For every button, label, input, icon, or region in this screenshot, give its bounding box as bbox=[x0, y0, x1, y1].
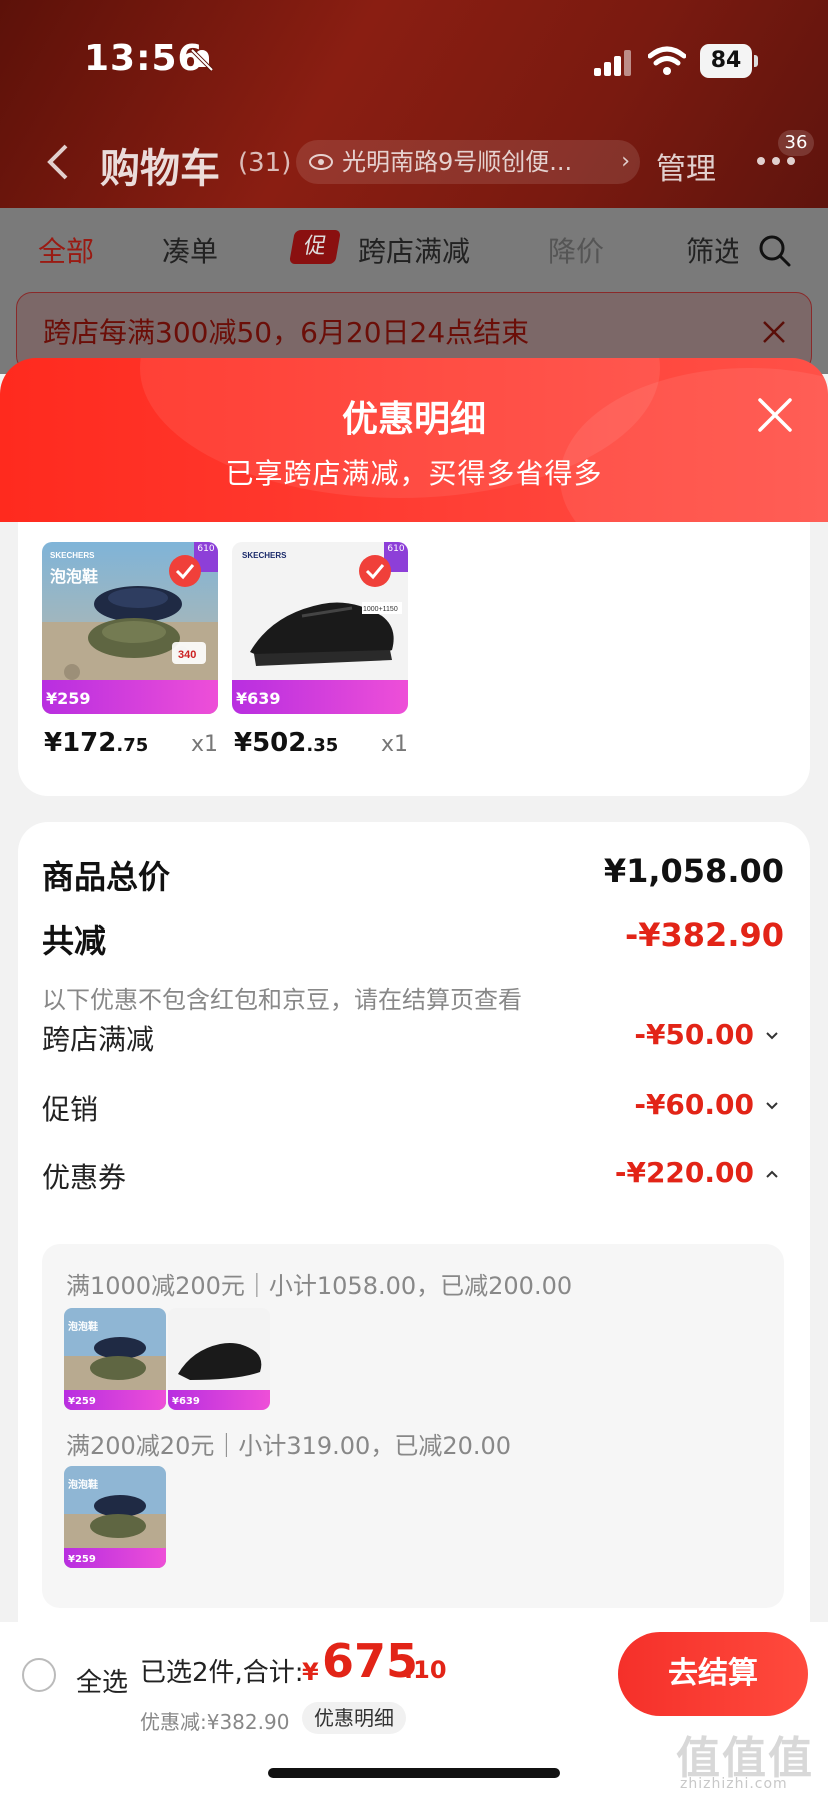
cart-count: (31) bbox=[238, 148, 292, 178]
coupon-rule: 满200减20元｜小计319.00，已减20.00 bbox=[66, 1432, 512, 1460]
home-indicator bbox=[268, 1768, 560, 1778]
battery-level: 84 bbox=[700, 44, 752, 78]
check-icon[interactable] bbox=[168, 554, 202, 588]
cross-store-label[interactable]: 跨店满减 bbox=[42, 1018, 154, 1058]
filter-tabs: 全部 凑单 促 跨店满减 降价 筛选 bbox=[0, 208, 828, 284]
discount-detail-button[interactable]: 优惠明细 bbox=[302, 1702, 406, 1734]
total-reduce-value: -¥382.90 bbox=[624, 916, 784, 954]
promo-price-band: ¥259 bbox=[42, 680, 218, 714]
cart-nav-bar: 购物车 (31) 光明南路9号顺创便... › 管理 36 bbox=[0, 120, 828, 208]
back-arrow-icon[interactable] bbox=[44, 142, 70, 182]
cross-store-value[interactable]: -¥50.00 bbox=[634, 1018, 754, 1051]
total-price-label: 商品总价 bbox=[42, 858, 171, 896]
product-price: ¥172.75 bbox=[44, 728, 149, 758]
promotion-label[interactable]: 促销 bbox=[42, 1088, 98, 1128]
coupon-product-thumb: 泡泡鞋 ¥259 bbox=[64, 1308, 166, 1410]
address-selector[interactable]: 光明南路9号顺创便... › bbox=[296, 140, 640, 184]
select-all-label[interactable]: 全选 bbox=[76, 1662, 128, 1699]
svg-text:340: 340 bbox=[178, 649, 196, 661]
svg-text:泡泡鞋: 泡泡鞋 bbox=[50, 567, 98, 586]
promo-price-band: ¥639 bbox=[232, 680, 408, 714]
coupon-detail-box: 满1000减200元｜小计1058.00，已减200.00 泡泡鞋 ¥259 ¥… bbox=[42, 1244, 784, 1608]
location-eye-icon bbox=[309, 154, 333, 170]
total-price-value: ¥1,058.00 bbox=[603, 852, 784, 890]
coupon-product-thumb: 泡泡鞋 ¥259 bbox=[64, 1466, 166, 1568]
cellular-signal-icon bbox=[594, 50, 631, 76]
chevron-down-icon[interactable] bbox=[764, 1030, 780, 1042]
product-image-sneakers[interactable]: SKECHERS 1000+1150 610 ¥639 bbox=[232, 542, 408, 714]
chevron-up-icon[interactable] bbox=[764, 1168, 780, 1180]
product-quantity: x1 bbox=[380, 732, 408, 757]
promotion-value[interactable]: -¥60.00 bbox=[634, 1088, 754, 1121]
watermark-url: zhizhizhi.com bbox=[680, 1776, 788, 1792]
svg-text:SKECHERS: SKECHERS bbox=[242, 551, 287, 560]
select-all-checkbox[interactable] bbox=[22, 1658, 56, 1692]
sheet-title: 优惠明细 bbox=[341, 399, 486, 440]
battery-icon: 84 bbox=[700, 44, 758, 78]
product-quantity: x1 bbox=[190, 732, 218, 757]
sheet-subtitle: 已享跨店满减，买得多省得多 bbox=[225, 457, 603, 490]
tab-price-drop[interactable]: 降价 bbox=[548, 230, 604, 270]
product-price: ¥502.35 bbox=[234, 728, 339, 758]
total-amount-decimal: .10 bbox=[404, 1656, 447, 1684]
selected-count: 已选2件,合计: bbox=[140, 1658, 304, 1688]
search-icon[interactable] bbox=[758, 234, 792, 268]
promo-badge: 促 bbox=[289, 230, 341, 264]
bell-muted-icon bbox=[190, 48, 214, 72]
check-icon[interactable] bbox=[358, 554, 392, 588]
promo-price: ¥639 bbox=[236, 689, 281, 708]
total-currency: ¥ bbox=[302, 1658, 319, 1686]
tab-all[interactable]: 全部 bbox=[38, 230, 94, 270]
product-item[interactable]: SKECHERS 1000+1150 610 ¥639 ¥502.35 x1 bbox=[232, 542, 408, 758]
manage-button[interactable]: 管理 bbox=[656, 144, 716, 188]
tab-cross-store[interactable]: 跨店满减 bbox=[358, 230, 470, 270]
promo-banner-text: 跨店每满300减50，6月20日24点结束 bbox=[43, 316, 530, 349]
coupon-value[interactable]: -¥220.00 bbox=[615, 1156, 754, 1189]
address-text: 光明南路9号顺创便... bbox=[342, 148, 573, 176]
product-image-clogs[interactable]: SKECHERS 泡泡鞋 340 610 ¥259 bbox=[42, 542, 218, 714]
wifi-icon bbox=[648, 46, 686, 75]
svg-text:泡泡鞋: 泡泡鞋 bbox=[68, 1478, 98, 1491]
checkout-bar: 全选 已选2件,合计: ¥ 675 .10 优惠减:¥382.90 优惠明细 去… bbox=[0, 1622, 828, 1796]
status-bar: 13:56 84 bbox=[0, 0, 828, 120]
message-count-badge: 36 bbox=[778, 130, 814, 156]
coupon-rule: 满1000减200元｜小计1058.00，已减200.00 bbox=[66, 1272, 573, 1300]
svg-text:SKECHERS: SKECHERS bbox=[50, 551, 95, 560]
chevron-right-icon: › bbox=[621, 149, 630, 174]
more-dots-icon[interactable] bbox=[756, 156, 796, 166]
discount-note: 以下优惠不包含红包和京豆，请在结算页查看 bbox=[42, 986, 522, 1014]
svg-text:泡泡鞋: 泡泡鞋 bbox=[68, 1320, 98, 1333]
status-time: 13:56 bbox=[84, 38, 204, 79]
close-icon[interactable] bbox=[756, 396, 794, 434]
checkout-button[interactable]: 去结算 bbox=[618, 1632, 808, 1716]
svg-text:1000+1150: 1000+1150 bbox=[363, 606, 398, 613]
coupon-product-thumb: ¥639 bbox=[168, 1308, 270, 1410]
total-reduce-label: 共减 bbox=[42, 922, 107, 960]
close-icon[interactable] bbox=[761, 319, 787, 345]
promo-price: ¥259 bbox=[46, 689, 91, 708]
discount-detail-card: 商品总价 ¥1,058.00 共减 -¥382.90 以下优惠不包含红包和京豆，… bbox=[18, 822, 810, 1622]
tab-filter[interactable]: 筛选 bbox=[686, 230, 738, 270]
sheet-header: 优惠明细 已享跨店满减，买得多省得多 bbox=[0, 358, 828, 528]
product-item[interactable]: SKECHERS 泡泡鞋 340 610 ¥259 ¥172.75 x1 bbox=[42, 542, 218, 758]
discount-summary: 优惠减:¥382.90 bbox=[140, 1710, 290, 1734]
coupon-label[interactable]: 优惠券 bbox=[42, 1156, 126, 1196]
tab-combine[interactable]: 凑单 bbox=[162, 230, 218, 270]
sheet-body: SKECHERS 泡泡鞋 340 610 ¥259 ¥172.75 x1 SKE… bbox=[0, 522, 828, 1624]
page-title: 购物车 bbox=[100, 146, 220, 192]
selected-products-card: SKECHERS 泡泡鞋 340 610 ¥259 ¥172.75 x1 SKE… bbox=[18, 522, 810, 796]
chevron-down-icon[interactable] bbox=[764, 1100, 780, 1112]
